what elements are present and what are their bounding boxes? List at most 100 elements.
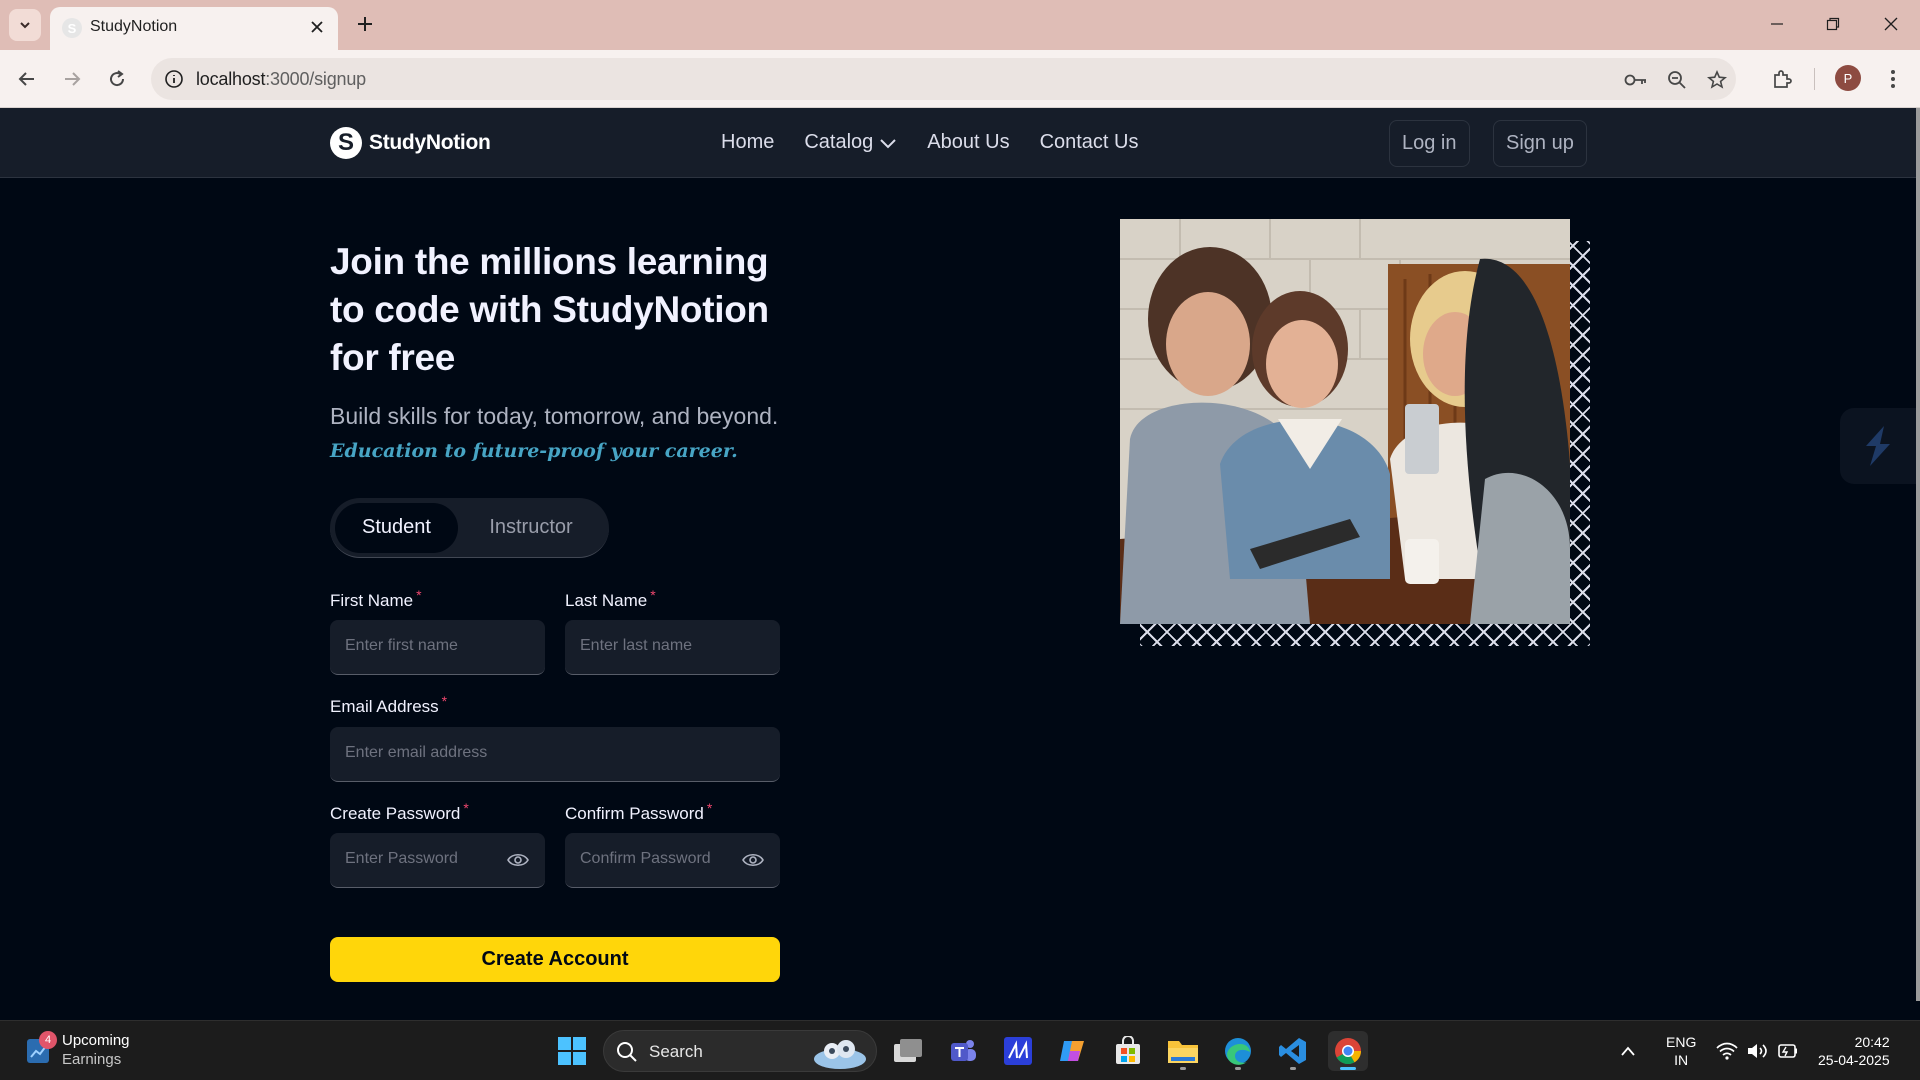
page-viewport: S StudyNotion Home Catalog About Us Cont… — [0, 108, 1920, 1020]
clock-date: 25-04-2025 — [1818, 1052, 1890, 1068]
address-bar[interactable]: localhost:3000/signup — [151, 58, 1736, 100]
site-info-icon[interactable] — [163, 68, 185, 90]
profile-avatar[interactable]: P — [1835, 65, 1861, 91]
url-host: localhost — [196, 69, 266, 89]
close-window-button[interactable] — [1876, 10, 1906, 38]
hero-highlight: Education to future-proof your career. — [330, 440, 738, 462]
nav-catalog[interactable]: Catalog — [804, 131, 897, 154]
floating-assistant-button[interactable] — [1840, 408, 1916, 484]
taskbar-task-view[interactable] — [888, 1031, 928, 1071]
taskbar-file-explorer[interactable] — [1163, 1031, 1203, 1071]
account-type-toggle: Student Instructor — [330, 498, 609, 558]
clock[interactable]: 20:42 25-04-2025 — [1818, 1021, 1890, 1080]
taskbar-teams[interactable] — [943, 1031, 983, 1071]
taskbar-vscode-alt[interactable] — [998, 1031, 1038, 1071]
copilot-icon — [1060, 1041, 1084, 1061]
vscode-icon — [1279, 1038, 1306, 1064]
last-name-field[interactable]: Enter last name — [565, 620, 780, 675]
chrome-icon — [1335, 1038, 1362, 1065]
show-confirm-password-toggle[interactable] — [742, 849, 764, 871]
hero-heading: Join the millions learning to code with … — [330, 241, 769, 378]
last-name-label-text: Last Name — [565, 591, 648, 610]
widget-badge: 4 — [39, 1031, 57, 1049]
bookmark-star-icon[interactable] — [1704, 67, 1730, 93]
last-name-label: Last Name * — [565, 587, 656, 611]
lightning-logo-icon — [1866, 426, 1890, 466]
show-password-toggle[interactable] — [507, 849, 529, 871]
browser-menu-button[interactable] — [1878, 64, 1908, 94]
store-icon — [1116, 1036, 1140, 1064]
extensions-button[interactable] — [1767, 64, 1797, 94]
required-mark: * — [463, 800, 469, 816]
file-explorer-icon — [1168, 1041, 1198, 1063]
create-account-button[interactable]: Create Account — [330, 937, 780, 982]
zoom-icon[interactable] — [1664, 67, 1690, 93]
teams-icon — [951, 1040, 976, 1061]
taskbar-copilot[interactable] — [1053, 1031, 1093, 1071]
signup-button[interactable]: Sign up — [1493, 120, 1587, 167]
first-name-field[interactable]: Enter first name — [330, 620, 545, 675]
url-path: :3000/signup — [265, 69, 366, 89]
taskbar-store[interactable] — [1108, 1031, 1148, 1071]
tab-student[interactable]: Student — [335, 502, 458, 553]
eye-icon — [507, 853, 529, 867]
minimize-button[interactable] — [1762, 10, 1792, 38]
required-mark: * — [441, 693, 448, 709]
email-label-text: Email Address — [330, 697, 439, 716]
browser-tab-bar: S StudyNotion — [0, 0, 1920, 50]
nav-about-us[interactable]: About Us — [927, 131, 1009, 154]
confirm-password-field[interactable]: Confirm Password — [565, 833, 780, 888]
taskbar-chrome[interactable] — [1328, 1031, 1368, 1071]
main-nav: Home Catalog About Us Contact Us — [721, 131, 1139, 154]
close-icon — [1884, 17, 1898, 31]
confirm-password-placeholder: Confirm Password — [580, 850, 711, 867]
password-field[interactable]: Enter Password — [330, 833, 545, 888]
reload-button[interactable] — [102, 64, 132, 94]
required-mark: * — [706, 800, 713, 816]
restore-button[interactable] — [1818, 10, 1848, 38]
back-button[interactable] — [12, 64, 42, 94]
brand-name: StudyNotion — [369, 131, 491, 154]
edge-icon — [1225, 1038, 1251, 1065]
arrow-right-icon — [65, 72, 81, 86]
lang-region: IN — [1674, 1052, 1689, 1068]
page-scrollbar[interactable] — [1916, 108, 1920, 1001]
quick-settings-button[interactable] — [1716, 1021, 1798, 1080]
forward-button[interactable] — [57, 64, 87, 94]
chevron-down-icon — [20, 22, 30, 29]
new-tab-button[interactable] — [352, 11, 378, 37]
confirm-password-label: Confirm Password * — [565, 800, 712, 824]
signup-hero-image — [1120, 219, 1570, 624]
tab-title: StudyNotion — [90, 18, 178, 35]
running-indicator — [1180, 1067, 1186, 1070]
nav-home[interactable]: Home — [721, 131, 774, 154]
nav-contact-us[interactable]: Contact Us — [1040, 131, 1139, 154]
site-logo[interactable]: S StudyNotion — [330, 127, 491, 159]
taskbar-edge[interactable] — [1218, 1031, 1258, 1071]
first-name-placeholder: Enter first name — [345, 637, 458, 654]
nav-catalog-label: Catalog — [804, 131, 874, 153]
search-label: Search — [649, 1042, 703, 1061]
password-key-icon[interactable] — [1623, 67, 1649, 93]
tab-instructor[interactable]: Instructor — [458, 503, 604, 553]
reload-icon — [110, 70, 125, 87]
language-indicator[interactable]: ENG IN — [1666, 1021, 1696, 1080]
confirm-password-label-text: Confirm Password — [565, 804, 704, 823]
widget-text: Upcoming Earnings — [62, 1031, 130, 1069]
eye-icon — [742, 853, 764, 867]
close-tab-button[interactable] — [306, 16, 328, 38]
login-button[interactable]: Log in — [1389, 120, 1470, 167]
site-favicon-icon: S — [62, 18, 82, 38]
volume-icon — [1748, 1044, 1767, 1058]
password-label-text: Create Password — [330, 804, 461, 823]
taskbar-search[interactable]: Search — [603, 1030, 877, 1072]
email-field[interactable]: Enter email address — [330, 727, 780, 782]
widgets-button[interactable]: 4 Upcoming Earnings — [26, 1031, 130, 1069]
taskbar-vscode[interactable] — [1273, 1031, 1313, 1071]
close-icon — [311, 21, 323, 33]
start-button[interactable] — [552, 1031, 592, 1071]
tab-search-button[interactable] — [9, 9, 41, 41]
show-hidden-icons-button[interactable] — [1620, 1021, 1636, 1080]
browser-tab[interactable]: S StudyNotion — [50, 7, 338, 50]
lang-code: ENG — [1666, 1034, 1697, 1050]
